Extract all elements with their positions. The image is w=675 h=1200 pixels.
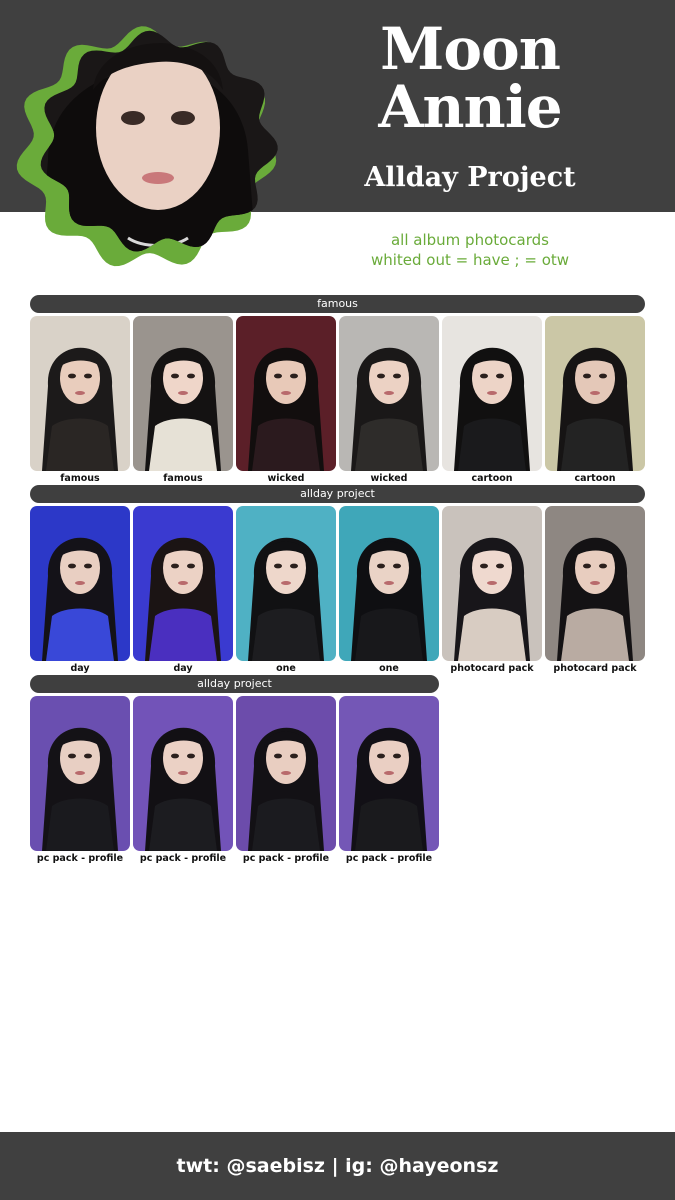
photocard	[133, 506, 233, 661]
photocard	[236, 316, 336, 471]
photocard-image	[133, 506, 233, 661]
photocard-label: day	[70, 663, 90, 674]
photocard	[442, 506, 542, 661]
photocard-label: famous	[60, 473, 100, 484]
photocard-label: pc pack - profile	[345, 853, 433, 864]
idol-last-name: Annie	[378, 73, 562, 141]
photocard	[339, 316, 439, 471]
photocard-label: photocard pack	[553, 663, 637, 674]
photocard-image	[30, 506, 130, 661]
photocard-image	[545, 506, 645, 661]
photocard-image	[339, 506, 439, 661]
photocard-label: cartoon	[471, 473, 513, 484]
photocard	[545, 506, 645, 661]
section-header: allday project	[30, 675, 439, 693]
section-header: famous	[30, 295, 645, 313]
photocard-label: famous	[163, 473, 203, 484]
photocard-label: pc pack - profile	[36, 853, 124, 864]
photocard	[30, 316, 130, 471]
photocard-image	[133, 316, 233, 471]
photocard-image	[236, 696, 336, 851]
photocard	[442, 316, 542, 471]
photocard-image	[133, 696, 233, 851]
photocard-label: cartoon	[574, 473, 616, 484]
photocard	[30, 506, 130, 661]
photocard-image	[545, 316, 645, 471]
photocard	[133, 696, 233, 851]
photocard-image	[30, 316, 130, 471]
subtitle-line1: all album photocards	[390, 231, 549, 249]
photocard	[236, 696, 336, 851]
idol-first-name: Moon	[380, 15, 561, 83]
photocard	[133, 316, 233, 471]
photocard-label: one	[276, 663, 296, 674]
photocard-label: pc pack - profile	[242, 853, 330, 864]
photocard	[339, 696, 439, 851]
photocard-label: day	[173, 663, 193, 674]
photocard	[545, 316, 645, 471]
photocard-image	[442, 506, 542, 661]
photocard-image	[236, 316, 336, 471]
subtitle-line2: whited out = have ; = otw	[370, 251, 570, 269]
section-header: allday project	[30, 485, 645, 503]
avatar	[8, 10, 298, 280]
photocard-label: wicked	[267, 473, 305, 484]
photocard-image	[339, 696, 439, 851]
photocard-image	[339, 316, 439, 471]
photocard	[236, 506, 336, 661]
photocard-label: wicked	[370, 473, 408, 484]
photocard-label: photocard pack	[450, 663, 534, 674]
photocard-label: one	[379, 663, 399, 674]
photocard	[339, 506, 439, 661]
photocard-image	[30, 696, 130, 851]
photocard-label: pc pack - profile	[139, 853, 227, 864]
group-name: Allday Project	[364, 162, 576, 193]
photocard-image	[442, 316, 542, 471]
photocard-image	[236, 506, 336, 661]
photocard	[30, 696, 130, 851]
footer-credits: twt: @saebisz | ig: @hayeonsz	[0, 1132, 675, 1200]
